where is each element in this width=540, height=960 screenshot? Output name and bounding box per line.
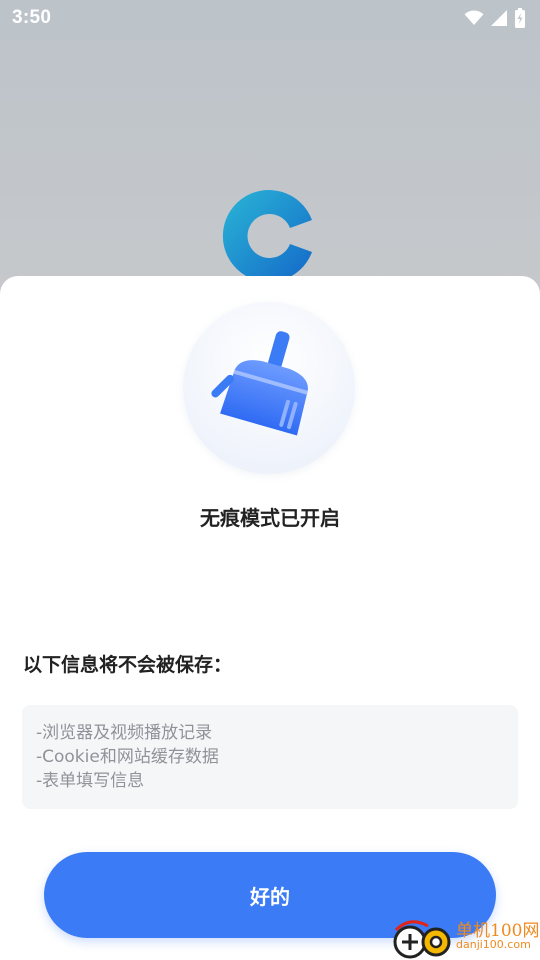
status-bar: 3:50 xyxy=(0,0,540,36)
list-item: -表单填写信息 xyxy=(36,771,145,791)
signal-icon xyxy=(491,10,507,26)
battery-charging-icon xyxy=(515,8,525,28)
info-list: -浏览器及视频播放记录 -Cookie和网站缓存数据 -表单填写信息 xyxy=(22,705,518,809)
browser-c-logo xyxy=(222,190,312,282)
hero-circle xyxy=(183,302,355,474)
watermark: 单机100网 danji100.com xyxy=(388,914,540,960)
list-item: -Cookie和网站缓存数据 xyxy=(36,747,219,767)
list-item: -浏览器及视频播放记录 xyxy=(36,723,213,743)
notice-label: 以下信息将不会被保存： xyxy=(23,654,233,676)
incognito-dialog: 无痕模式已开启 以下信息将不会被保存： -浏览器及视频播放记录 -Cookie和… xyxy=(0,276,540,960)
dialog-title: 无痕模式已开启 xyxy=(200,506,340,530)
watermark-logo-icon xyxy=(393,920,451,959)
watermark-url: danji100.com xyxy=(456,938,531,951)
wifi-icon xyxy=(464,10,484,25)
status-time: 3:50 xyxy=(12,7,52,28)
status-icons xyxy=(464,8,526,28)
broom-clean-icon xyxy=(211,331,308,436)
